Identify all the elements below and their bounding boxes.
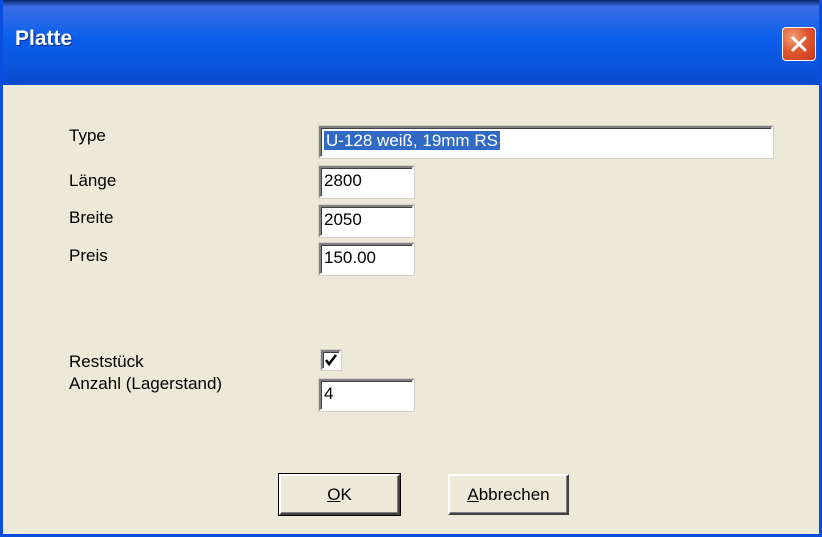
- cancel-label-rest: bbrechen: [478, 484, 550, 504]
- cancel-mnemonic: A: [467, 484, 479, 504]
- dialog-body: Type U-128 weiß, 19mm RS Länge 2800 Brei…: [3, 85, 819, 534]
- anzahl-label: Anzahl (Lagerstand): [69, 374, 223, 393]
- type-label: Type: [69, 126, 106, 145]
- cancel-button[interactable]: Abbrechen: [448, 474, 569, 515]
- ok-button[interactable]: OK: [278, 473, 401, 516]
- ok-mnemonic: O: [327, 484, 341, 504]
- type-value: U-128 weiß, 19mm RS: [324, 131, 500, 150]
- type-input[interactable]: U-128 weiß, 19mm RS: [319, 126, 773, 158]
- laenge-input[interactable]: 2800: [319, 166, 414, 198]
- reststueck-checkbox[interactable]: [321, 350, 341, 370]
- ok-label-rest: K: [340, 484, 352, 504]
- preis-label: Preis: [69, 246, 108, 265]
- anzahl-input[interactable]: 4: [319, 379, 414, 411]
- close-icon: [791, 36, 807, 52]
- title-bar[interactable]: Platte: [3, 0, 819, 85]
- preis-input[interactable]: 150.00: [319, 243, 414, 275]
- breite-label: Breite: [69, 208, 114, 227]
- breite-input[interactable]: 2050: [319, 205, 414, 237]
- close-button[interactable]: [782, 27, 816, 61]
- window-title: Platte: [15, 27, 73, 50]
- laenge-label: Länge: [69, 171, 117, 190]
- dialog-window: Platte Type U-128 weiß, 19mm RS Länge 28…: [0, 0, 822, 537]
- check-mark-icon: [324, 354, 338, 367]
- reststueck-label: Reststück: [69, 352, 144, 371]
